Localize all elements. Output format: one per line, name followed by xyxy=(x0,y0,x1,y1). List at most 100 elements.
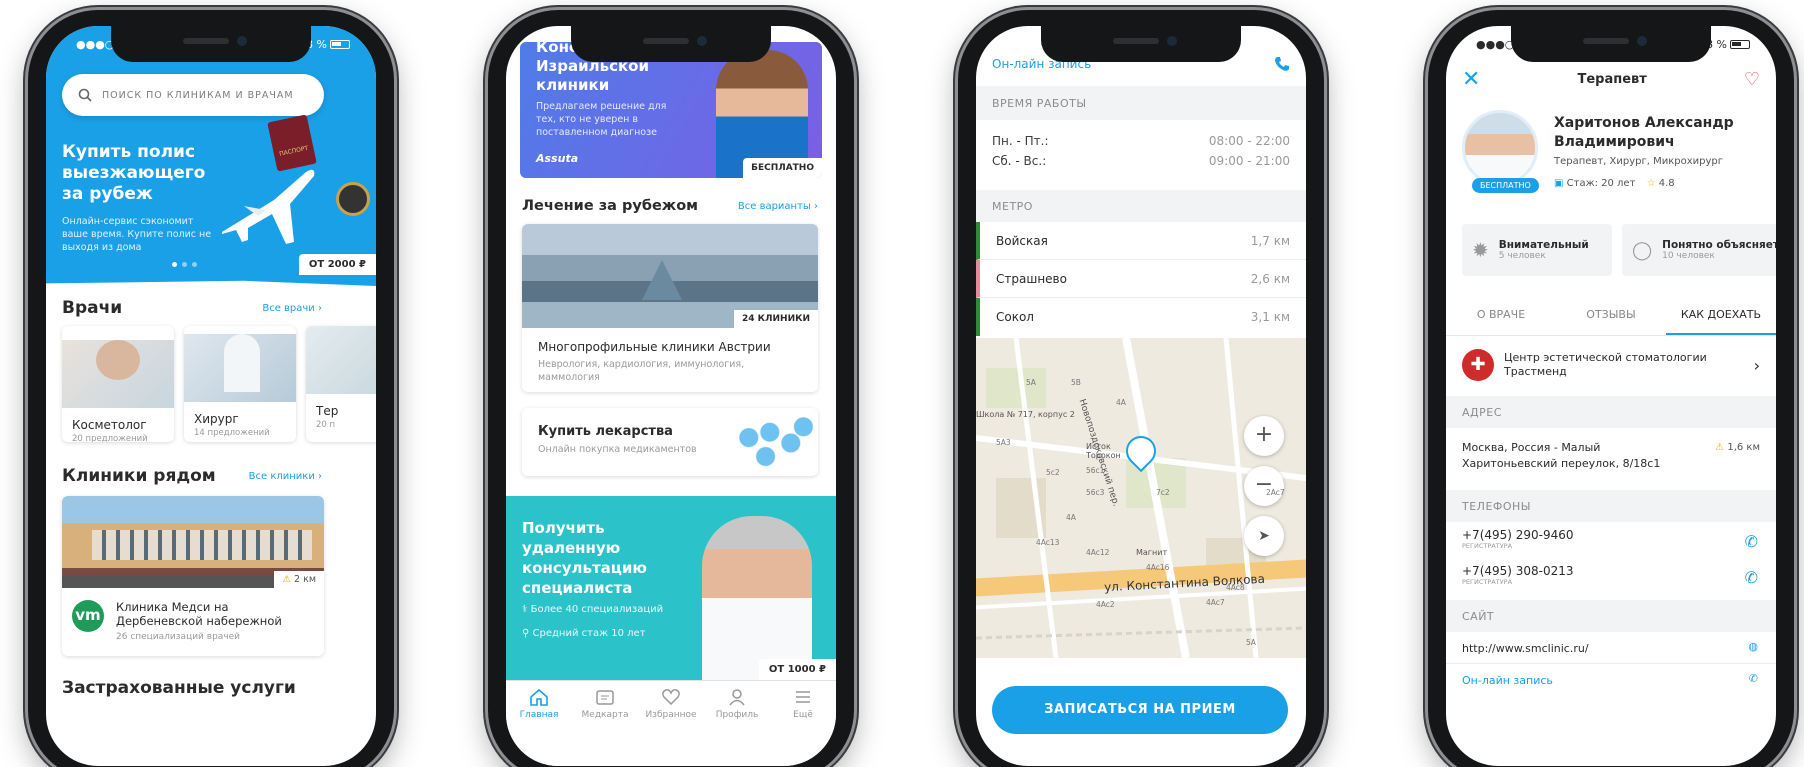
hours-header: ВРЕМЯ РАБОТЫ xyxy=(976,86,1306,120)
menu-icon xyxy=(796,691,810,703)
phone-icon[interactable]: ✆ xyxy=(1745,568,1758,587)
remote-feature-1: ⚕ Более 40 специализаций xyxy=(522,604,664,615)
map-building-label: 5A xyxy=(1026,378,1036,387)
map-building-label: 4A xyxy=(1066,513,1076,522)
doctor-card-therapist[interactable]: Тер 20 п xyxy=(306,326,376,442)
locate-button[interactable]: ➤ xyxy=(1244,516,1284,556)
phone-row[interactable]: +7(495) 290-9460 РЕГИСТРАТУРА ✆ xyxy=(1446,524,1776,560)
austria-clinics-card[interactable]: 24 КЛИНИКИ Многопрофильные клиники Австр… xyxy=(522,224,818,392)
book-appointment-button[interactable]: ЗАПИСАТЬСЯ НА ПРИЕМ xyxy=(992,686,1288,734)
all-variants-link[interactable]: Все варианты › xyxy=(738,201,818,212)
israel-clinic-banner[interactable]: Консультация Израильской клиники Предлаг… xyxy=(520,42,822,178)
remote-price-badge: ОТ 1000 ₽ xyxy=(758,659,836,680)
address-row[interactable]: Москва, Россия - Малый Харитоньевский пе… xyxy=(1446,428,1776,488)
map-building-label: 5c2 xyxy=(1046,468,1060,477)
map-building-label: 56c1 xyxy=(1086,466,1105,475)
walk-icon: ⚠ xyxy=(1715,442,1725,453)
tab-more[interactable]: Ещё xyxy=(773,687,833,766)
remote-consult-banner[interactable]: Получить удаленную консультацию специали… xyxy=(506,496,836,680)
phone-clinic-info: Он-лайн запись ВРЕМЯ РАБОТЫ Пн. - Пт.: 08… xyxy=(958,10,1324,767)
phone-icon[interactable]: ✆ xyxy=(1745,532,1758,551)
map-building-label: 4Ac13 xyxy=(1036,538,1060,547)
online-booking-row[interactable]: Он-лайн запись ✆ xyxy=(1446,664,1776,696)
zoom-in-button[interactable]: + xyxy=(1244,416,1284,456)
map-place-label: Исток Торокон xyxy=(1086,442,1121,460)
experience-icon: ▣ xyxy=(1554,178,1564,189)
clinic-row[interactable]: ✚ Центр эстетической стоматологии Трастм… xyxy=(1446,340,1776,390)
tab-profile[interactable]: Профиль xyxy=(707,687,767,766)
metro-list: Войская 1,7 км Страшнево 2,6 км Сокол 3,1 к… xyxy=(976,222,1306,336)
tab-medcard[interactable]: Медкарта xyxy=(575,687,635,766)
phone-row[interactable]: +7(495) 308-0213 РЕГИСТРАТУРА ✆ xyxy=(1446,560,1776,596)
compass-image xyxy=(336,182,370,216)
austria-photo: 24 КЛИНИКИ xyxy=(522,224,818,328)
doctor-tabs: О ВРАЧЕ ОТЗЫВЫ КАК ДОЕХАТЬ xyxy=(1446,296,1776,336)
tab-favorites[interactable]: Избранное xyxy=(641,687,701,766)
doctor-avatar xyxy=(1462,110,1538,186)
address-header: АДРЕС xyxy=(1446,396,1776,428)
metro-header: МЕТРО xyxy=(976,190,1306,222)
home-icon xyxy=(530,688,548,706)
zoom-out-button[interactable]: − xyxy=(1244,466,1284,506)
tab-reviews[interactable]: ОТЗЫВЫ xyxy=(1556,296,1666,335)
tab-home[interactable]: Главная xyxy=(509,687,569,766)
doctor-card-cosmetologist[interactable]: Косметолог 20 предложений xyxy=(62,326,174,442)
map-place-label: Школа № 717, корпус 2 xyxy=(976,410,1075,419)
clinic-card[interactable]: ⚠ 2 км vm Клиника Медси на Дербеневской … xyxy=(62,496,324,656)
map-building-label: 4Ac2 xyxy=(1096,600,1115,609)
map-building-label: 4A xyxy=(1116,398,1126,407)
attentive-icon: ✹ xyxy=(1472,238,1489,262)
doctor-free-badge: БЕСПЛАТНО xyxy=(1472,178,1539,193)
doctor-card-name: Косметолог xyxy=(72,418,147,432)
review-tag-attentive[interactable]: ✹ Внимательный 5 человек xyxy=(1462,224,1612,276)
carousel-dots xyxy=(172,262,197,267)
doctor-experience: ▣ Стаж: 20 лет ☆ 4.8 xyxy=(1554,178,1675,189)
doctors-header: Врачи Все врачи › xyxy=(62,298,322,318)
heart-icon[interactable]: ♡ xyxy=(1744,69,1760,90)
battery-icon xyxy=(1730,40,1750,49)
phone-icon[interactable] xyxy=(1274,56,1290,72)
doctor-card-count: 20 п xyxy=(316,420,336,430)
tab-about[interactable]: О ВРАЧЕ xyxy=(1446,296,1556,335)
all-doctors-link[interactable]: Все врачи › xyxy=(262,303,322,314)
treatment-header: Лечение за рубежом Все варианты › xyxy=(522,198,818,214)
notch xyxy=(1511,26,1711,62)
specialization-icon: ⚕ xyxy=(522,604,528,615)
doctor-card-surgeon[interactable]: Хирург 14 предложений xyxy=(184,326,296,442)
clinics-header: Клиники рядом Все клиники › xyxy=(62,466,322,486)
buy-medicines-card[interactable]: Купить лекарства Онлайн покупка медикаме… xyxy=(522,408,818,476)
clinic-name: Клиника Медси на Дербеневской набережной xyxy=(116,600,282,628)
clinic-specs: 26 специализаций врачей xyxy=(116,632,240,642)
site-row[interactable]: http://www.smclinic.ru/ ◍ xyxy=(1446,632,1776,664)
map-building-label: 56c3 xyxy=(1086,488,1105,497)
notch xyxy=(571,26,771,62)
map-place-label: Магнит xyxy=(1136,548,1168,557)
screen-home: ●●●○○ GS ◠ ✱ 58 % ПОИСК ПО КЛИНИКАМ И ВР… xyxy=(46,26,376,766)
notch xyxy=(1041,26,1241,62)
surgeon-photo xyxy=(184,334,296,402)
review-tag-explains[interactable]: ◯ Понятно объясняет 10 человек xyxy=(1622,224,1776,276)
site-header: САЙТ xyxy=(1446,600,1776,632)
close-icon[interactable]: ✕ xyxy=(1462,67,1480,92)
map-view[interactable]: ул. Константина Волкова Новопоздоковский… xyxy=(976,338,1306,658)
search-icon xyxy=(78,88,92,102)
battery-icon xyxy=(330,40,350,49)
all-clinics-link[interactable]: Все клиники › xyxy=(249,471,322,482)
search-bar[interactable]: ПОИСК ПО КЛИНИКАМ И ВРАЧАМ xyxy=(62,74,324,116)
notch xyxy=(111,26,311,62)
clinic-distance-badge: ⚠ 2 км xyxy=(274,571,324,588)
promo-banner[interactable]: Купить полис выезжающего за рубеж Онлайн… xyxy=(46,114,376,275)
doctor-specs: Терапевт, Хирург, Микрохирург xyxy=(1554,156,1723,167)
map-building-label: 4Ac7 xyxy=(1206,598,1225,607)
address-distance: ⚠ 1,6 км xyxy=(1715,442,1760,453)
tab-bar: Главная Медкарта Избранное Профиль Ещё xyxy=(506,680,836,766)
map-building-label: 5A xyxy=(1246,638,1256,647)
star-icon: ☆ xyxy=(1646,178,1656,189)
review-tags: ✹ Внимательный 5 человек ◯ Понятно объясн… xyxy=(1462,224,1776,276)
clinic-cross-icon: ✚ xyxy=(1462,349,1494,381)
metro-row: Войская 1,7 км xyxy=(976,222,1306,260)
walk-icon: ⚠ xyxy=(282,574,291,585)
metro-row: Страшнево 2,6 км xyxy=(976,260,1306,298)
tab-directions[interactable]: КАК ДОЕХАТЬ xyxy=(1666,296,1776,335)
medicines-title: Купить лекарства xyxy=(538,424,673,439)
